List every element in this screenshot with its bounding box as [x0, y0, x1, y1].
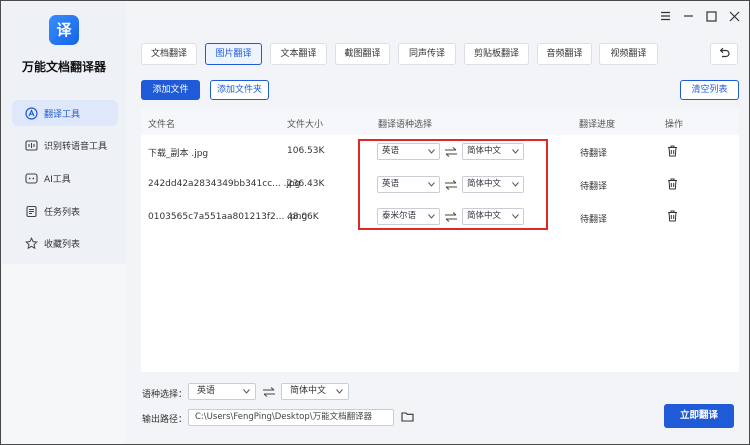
clear-list-button[interactable]: 清空列表 — [680, 80, 739, 100]
file-name: 242dd42a2834349bb341cc... .jpg — [148, 179, 301, 189]
minimize-icon[interactable] — [681, 9, 695, 23]
tab-text-translate[interactable]: 文本翻译 — [270, 43, 327, 65]
header-file-size: 文件大小 — [287, 120, 324, 130]
target-language-value: 简体中文 — [467, 146, 502, 156]
chevron-down-icon — [512, 182, 519, 187]
output-path-label: 输出路径： — [142, 415, 188, 425]
add-file-button[interactable]: 添加文件 — [141, 80, 200, 100]
chevron-down-icon — [428, 182, 435, 187]
translate-icon — [24, 106, 38, 120]
sidebar-item-label: 识别转语音工具 — [44, 141, 108, 152]
file-size: 106.53K — [287, 146, 325, 156]
source-language-select[interactable]: 泰米尔语 — [377, 208, 440, 225]
sidebar: 译 万能文档翻译器 翻译工具 识别转语音工具 AI工具 任务列表 收藏列表 — [2, 2, 126, 444]
output-path-input[interactable]: C:\Users\FengPing\Desktop\万能文档翻译器 — [188, 409, 394, 426]
chevron-down-icon — [428, 214, 435, 219]
sidebar-item-favorites[interactable]: 收藏列表 — [12, 230, 118, 256]
table-row: 242dd42a2834349bb341cc... .jpg 236.43K 英… — [141, 168, 739, 201]
swap-icon[interactable] — [444, 180, 458, 190]
trash-icon[interactable] — [667, 210, 678, 222]
translation-status: 待翻译 — [580, 215, 608, 225]
target-language-select[interactable]: 简体中文 — [462, 143, 524, 160]
target-language-value: 简体中文 — [290, 386, 327, 396]
source-language-select[interactable]: 英语 — [377, 176, 440, 193]
app-window: 译 万能文档翻译器 翻译工具 识别转语音工具 AI工具 任务列表 收藏列表 文档… — [0, 0, 750, 445]
undo-icon — [718, 47, 730, 61]
tab-screenshot-translate[interactable]: 截图翻译 — [335, 43, 390, 65]
chevron-down-icon — [428, 149, 435, 154]
tab-audio-translate[interactable]: 音频翻译 — [537, 43, 592, 65]
chevron-down-icon — [512, 149, 519, 154]
translation-status: 待翻译 — [580, 149, 608, 159]
app-title: 万能文档翻译器 — [21, 60, 106, 74]
tab-video-translate[interactable]: 视频翻译 — [599, 43, 658, 65]
table-header: 文件名 文件大小 翻译语种选择 翻译进度 操作 — [141, 109, 739, 135]
sidebar-item-label: 收藏列表 — [44, 239, 81, 250]
target-language-value: 简体中文 — [467, 211, 502, 221]
chevron-down-icon — [512, 214, 519, 219]
target-language-value: 简体中文 — [467, 179, 502, 189]
swap-icon[interactable] — [444, 212, 458, 222]
source-language-value: 英语 — [382, 179, 400, 189]
file-name: 下载_副本 .jpg — [148, 149, 209, 159]
source-language-value: 英语 — [197, 386, 216, 396]
voice-icon — [24, 138, 38, 152]
header-language: 翻译语种选择 — [378, 120, 433, 130]
trash-icon[interactable] — [667, 145, 678, 157]
sidebar-item-task-list[interactable]: 任务列表 — [12, 198, 118, 224]
language-label: 语种选择： — [142, 390, 188, 400]
star-icon — [24, 236, 38, 250]
tab-image-translate[interactable]: 图片翻译 — [205, 43, 262, 65]
table-row: 0103565c7a551aa801213f2... .png 48.06K 泰… — [141, 201, 739, 234]
ai-icon — [24, 171, 38, 185]
source-language-select[interactable]: 英语 — [377, 143, 440, 160]
menu-icon[interactable] — [658, 9, 672, 23]
chevron-down-icon — [243, 389, 250, 394]
header-file-name: 文件名 — [148, 120, 176, 130]
sidebar-item-translate-tools[interactable]: 翻译工具 — [12, 100, 118, 126]
sidebar-item-label: 翻译工具 — [44, 109, 81, 120]
trash-icon[interactable] — [667, 178, 678, 190]
task-list-icon — [24, 204, 38, 218]
swap-icon[interactable] — [444, 147, 458, 157]
sidebar-item-speech-tools[interactable]: 识别转语音工具 — [12, 132, 118, 158]
target-language-select[interactable]: 简体中文 — [462, 176, 524, 193]
source-language-value: 英语 — [382, 146, 400, 156]
translate-now-button[interactable]: 立即翻译 — [664, 404, 734, 428]
source-language-value: 泰米尔语 — [382, 211, 417, 221]
swap-icon[interactable] — [262, 387, 276, 397]
file-name: 0103565c7a551aa801213f2... .png — [148, 212, 308, 222]
sidebar-item-label: 任务列表 — [44, 207, 81, 218]
sidebar-empty-area — [2, 264, 126, 444]
maximize-icon[interactable] — [704, 9, 718, 23]
tab-document-translate[interactable]: 文档翻译 — [141, 43, 197, 65]
file-size: 236.43K — [287, 179, 325, 189]
sidebar-item-label: AI工具 — [44, 174, 71, 185]
header-action: 操作 — [665, 120, 684, 130]
back-button[interactable] — [710, 43, 738, 65]
translation-status: 待翻译 — [580, 182, 608, 192]
app-logo: 译 — [49, 15, 79, 45]
target-language-select[interactable]: 简体中文 — [462, 208, 524, 225]
global-target-language-select[interactable]: 简体中文 — [281, 383, 349, 400]
folder-icon[interactable] — [401, 411, 414, 422]
add-folder-button[interactable]: 添加文件夹 — [210, 80, 269, 100]
tab-simultaneous-interpretation[interactable]: 同声传译 — [398, 43, 456, 65]
sidebar-item-ai-tools[interactable]: AI工具 — [12, 165, 118, 191]
chevron-down-icon — [336, 389, 343, 394]
table-row: 下载_副本 .jpg 106.53K 英语 简体中文 待翻译 — [141, 135, 739, 168]
header-progress: 翻译进度 — [579, 120, 616, 130]
tab-clipboard-translate[interactable]: 剪贴板翻译 — [464, 43, 529, 65]
global-source-language-select[interactable]: 英语 — [188, 383, 256, 400]
close-icon[interactable] — [727, 9, 741, 23]
file-table: 文件名 文件大小 翻译语种选择 翻译进度 操作 下载_副本 .jpg 106.5… — [141, 109, 739, 372]
file-size: 48.06K — [287, 212, 319, 222]
